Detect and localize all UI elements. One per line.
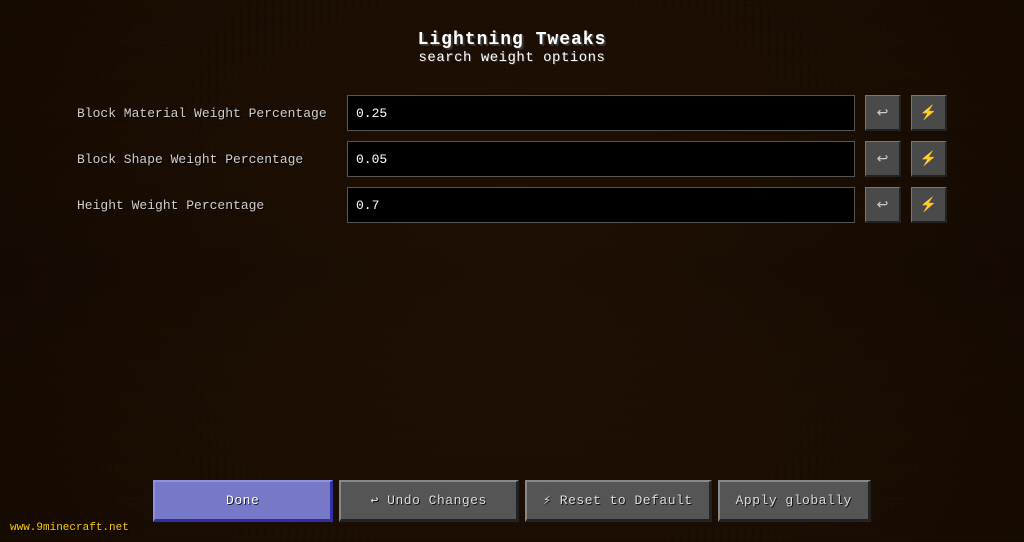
setting-row-2: Block Shape Weight Percentage ↩ ⚡ [77, 140, 947, 178]
input-block-material[interactable] [347, 95, 855, 131]
title-block: Lightning Tweaks search weight options [418, 30, 607, 66]
reset-block-material-button[interactable]: ⚡ [911, 95, 947, 131]
settings-panel: Block Material Weight Percentage ↩ ⚡ Blo… [77, 94, 947, 465]
label-block-shape: Block Shape Weight Percentage [77, 152, 337, 167]
input-block-shape[interactable] [347, 141, 855, 177]
page-subtitle: search weight options [418, 50, 607, 66]
reset-height-weight-button[interactable]: ⚡ [911, 187, 947, 223]
setting-row-3: Height Weight Percentage ↩ ⚡ [77, 186, 947, 224]
page-title: Lightning Tweaks [418, 30, 607, 50]
undo-block-shape-button[interactable]: ↩ [865, 141, 901, 177]
reset-to-default-button[interactable]: ⚡ Reset to Default [525, 480, 711, 522]
label-height-weight: Height Weight Percentage [77, 198, 337, 213]
apply-globally-button[interactable]: Apply globally [718, 480, 871, 522]
reset-block-shape-button[interactable]: ⚡ [911, 141, 947, 177]
setting-row-1: Block Material Weight Percentage ↩ ⚡ [77, 94, 947, 132]
main-container: Lightning Tweaks search weight options B… [0, 0, 1024, 542]
undo-height-weight-button[interactable]: ↩ [865, 187, 901, 223]
input-height-weight[interactable] [347, 187, 855, 223]
done-button[interactable]: Done [153, 480, 333, 522]
label-block-material: Block Material Weight Percentage [77, 106, 337, 121]
undo-block-material-button[interactable]: ↩ [865, 95, 901, 131]
bottom-bar: Done ↩ Undo Changes ⚡ Reset to Default A… [40, 465, 984, 522]
undo-changes-button[interactable]: ↩ Undo Changes [339, 480, 519, 522]
